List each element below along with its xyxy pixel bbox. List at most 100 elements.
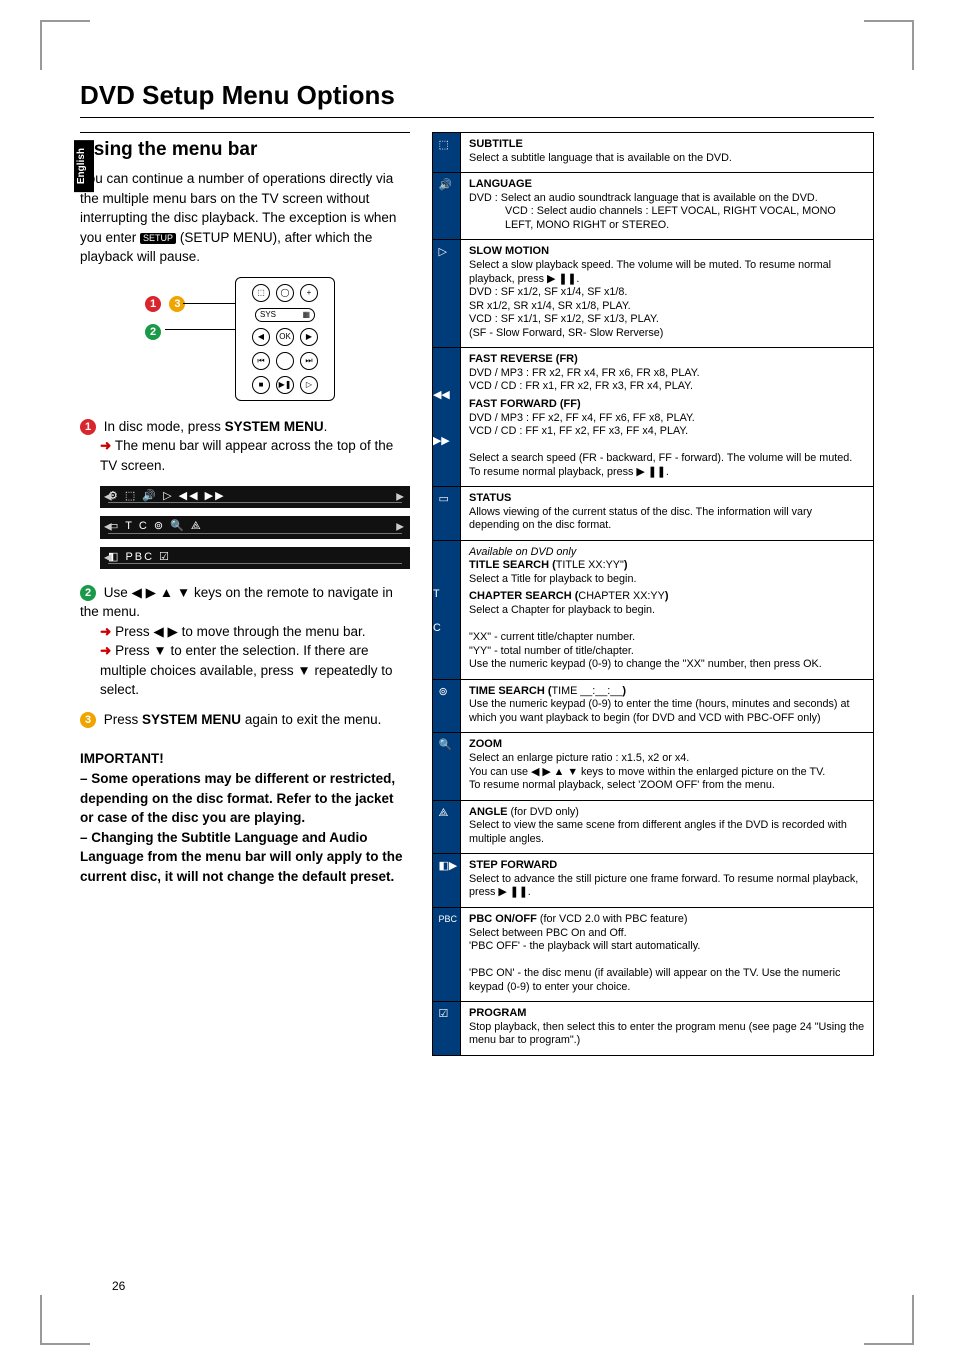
feature-title-end: ) xyxy=(624,559,628,571)
step1-tail: . xyxy=(324,419,328,434)
feature-title-code: TITLE XX:YY" xyxy=(556,559,624,571)
setup-menu-icon: SETUP xyxy=(140,233,176,244)
feature-language: 🔊 LANGUAGE DVD : Select an audio soundtr… xyxy=(433,172,873,239)
steps-list-cont: 2 Use ◀ ▶ ▲ ▼ keys on the remote to navi… xyxy=(80,583,410,730)
feature-table: ⬚ SUBTITLE Select a subtitle language th… xyxy=(432,132,874,1056)
remote-body: ⬚◯+ SYS▦ ◀OK▶ ⏮⏭ ■▶❚▷ xyxy=(235,277,335,401)
feature-body-ff: DVD / MP3 : FF x2, FF x4, FF x6, FF x8, … xyxy=(469,412,865,479)
scroll-left-icon: ◀ xyxy=(104,522,114,533)
feature-status: ▭ STATUS Allows viewing of the current s… xyxy=(433,486,873,540)
page-number: 26 xyxy=(112,1279,125,1293)
remote-button: ⏭ xyxy=(300,352,318,370)
feature-body: Select a slow playback speed. The volume… xyxy=(469,259,865,340)
remote-diagram: 1 3 2 ⬚◯+ SYS▦ ◀OK▶ ⏮⏭ ■▶❚▷ xyxy=(135,277,355,401)
menubar-row-2: ◀ ▭ T C ⊚ 🔍 ⟁ ▶ xyxy=(100,516,410,539)
feature-slow-motion: ▷ SLOW MOTION Select a slow playback spe… xyxy=(433,239,873,347)
feature-body: Select a subtitle language that is avail… xyxy=(469,152,865,165)
slow-icon: ▷ xyxy=(433,240,461,347)
important-block: IMPORTANT! – Some operations may be diff… xyxy=(80,749,410,886)
language-tab: English xyxy=(74,140,94,192)
steps-list: 1 In disc mode, press SYSTEM MENU. ➜ The… xyxy=(80,417,410,476)
subtitle-icon: ⬚ xyxy=(433,133,461,172)
remote-button: ▶ xyxy=(300,328,318,346)
feature-body: Use the numeric keypad (0-9) to enter th… xyxy=(469,698,865,725)
feature-title: ZOOM xyxy=(469,738,865,752)
step-3: 3 Press SYSTEM MENU again to exit the me… xyxy=(80,710,410,730)
remote-button: ▶❚ xyxy=(276,376,294,394)
feature-body: Allows viewing of the current status of … xyxy=(469,506,865,533)
feature-title: LANGUAGE xyxy=(469,178,865,192)
step-badge-3: 3 xyxy=(80,712,96,728)
right-column: ⬚ SUBTITLE Select a subtitle language th… xyxy=(432,132,874,1056)
feature-step-forward: ◧▶ STEP FORWARD Select to advance the st… xyxy=(433,853,873,907)
crop-mark xyxy=(864,20,914,70)
step1-sub: The menu bar will appear across the top … xyxy=(100,438,393,473)
menubar-row-1: ◀ ⚙ ⬚ 🔊 ▷ ◀◀ ▶▶ ▶ xyxy=(100,486,410,508)
step-1: 1 In disc mode, press SYSTEM MENU. ➜ The… xyxy=(80,417,410,476)
feature-body: DVD : Select an audio soundtrack languag… xyxy=(469,192,865,232)
step-2: 2 Use ◀ ▶ ▲ ▼ keys on the remote to navi… xyxy=(80,583,410,700)
feature-title: TIME SEARCH ( xyxy=(469,685,552,697)
step-badge-2: 2 xyxy=(80,585,96,601)
important-body: – Some operations may be different or re… xyxy=(80,769,410,886)
step3-strong: SYSTEM MENU xyxy=(142,712,241,727)
language-icon: 🔊 xyxy=(433,173,461,239)
feature-title-note: (for DVD only) xyxy=(508,806,579,818)
feature-body: Stop playback, then select this to enter… xyxy=(469,1021,865,1048)
step2-text: Use ◀ ▶ ▲ ▼ keys on the remote to naviga… xyxy=(80,585,393,620)
remote-button: ⏮ xyxy=(252,352,270,370)
feature-fast: ◀◀▶▶ FAST REVERSE (FR) DVD / MP3 : FR x2… xyxy=(433,347,873,486)
step2-sub-b: Press ▼ to enter the selection. If there… xyxy=(100,643,393,697)
feature-pre: Available on DVD only xyxy=(469,546,865,559)
menubar-icons-2: ▭ T C ⊚ 🔍 ⟁ xyxy=(108,520,203,532)
scroll-right-icon: ▶ xyxy=(396,491,406,502)
feature-title: SUBTITLE xyxy=(469,138,865,152)
feature-title: PROGRAM xyxy=(469,1007,865,1021)
feature-title: PBC ON/OFF xyxy=(469,913,537,925)
feature-title: TITLE SEARCH ( xyxy=(469,559,556,571)
step3-text-b: again to exit the menu. xyxy=(245,712,382,727)
page: English DVD Setup Menu Options Using the… xyxy=(0,0,954,1365)
feature-title-fr: FAST REVERSE (FR) xyxy=(469,353,865,367)
remote-button xyxy=(276,352,294,370)
callout-line xyxy=(165,329,235,330)
feature-title: STEP FORWARD xyxy=(469,859,865,873)
step-badge-1: 1 xyxy=(80,419,96,435)
menubar-row-3: ◀ ◧ PBC ☑ xyxy=(100,547,410,569)
intro-paragraph: You can continue a number of operations … xyxy=(80,169,410,267)
remote-button: ◯ xyxy=(276,284,294,302)
feature-title2-code: CHAPTER XX:YY xyxy=(578,590,664,602)
arrow-icon: ➜ xyxy=(100,624,111,639)
feature-body2: Select a Chapter for playback to begin. … xyxy=(469,604,865,671)
remote-button: ⬚ xyxy=(252,284,270,302)
angle-icon: ⟁ xyxy=(433,801,461,854)
feature-subtitle: ⬚ SUBTITLE Select a subtitle language th… xyxy=(433,133,873,172)
step-icon: ◧▶ xyxy=(433,854,461,907)
menubar-icons-1: ⚙ ⬚ 🔊 ▷ ◀◀ ▶▶ xyxy=(108,490,226,502)
step1-text: In disc mode, press xyxy=(104,419,225,434)
status-icon: ▭ xyxy=(433,487,461,540)
section-title: Using the menu bar xyxy=(80,139,410,161)
step3-text-a: Press xyxy=(104,712,142,727)
section-rule xyxy=(80,132,410,133)
fast-icon: ◀◀▶▶ xyxy=(433,348,461,486)
arrow-icon: ➜ xyxy=(100,438,111,453)
feature-title2-end: ) xyxy=(665,590,669,602)
left-column: Using the menu bar You can continue a nu… xyxy=(80,132,410,1056)
page-title: DVD Setup Menu Options xyxy=(80,80,874,111)
feature-title: STATUS xyxy=(469,492,865,506)
important-title: IMPORTANT! xyxy=(80,749,410,769)
feature-body: Select a Title for playback to begin. xyxy=(469,573,865,586)
feature-body-fr: DVD / MP3 : FR x2, FR x4, FR x6, FR x8, … xyxy=(469,367,865,394)
callouts: 1 3 2 xyxy=(145,295,189,341)
remote-button: + xyxy=(300,284,318,302)
feature-zoom: 🔍 ZOOM Select an enlarge picture ratio :… xyxy=(433,732,873,799)
feature-title-ff: FAST FORWARD (FF) xyxy=(469,398,865,412)
feature-title: ANGLE xyxy=(469,806,508,818)
program-icon: ☑ xyxy=(433,1002,461,1055)
feature-body: Select to view the same scene from diffe… xyxy=(469,819,865,846)
menubar-diagram: ◀ ⚙ ⬚ 🔊 ▷ ◀◀ ▶▶ ▶ ◀ ▭ T C ⊚ 🔍 ⟁ ▶ ◀ xyxy=(100,486,410,569)
crop-mark xyxy=(40,20,90,70)
remote-button: ■ xyxy=(252,376,270,394)
arrow-icon: ➜ xyxy=(100,643,111,658)
